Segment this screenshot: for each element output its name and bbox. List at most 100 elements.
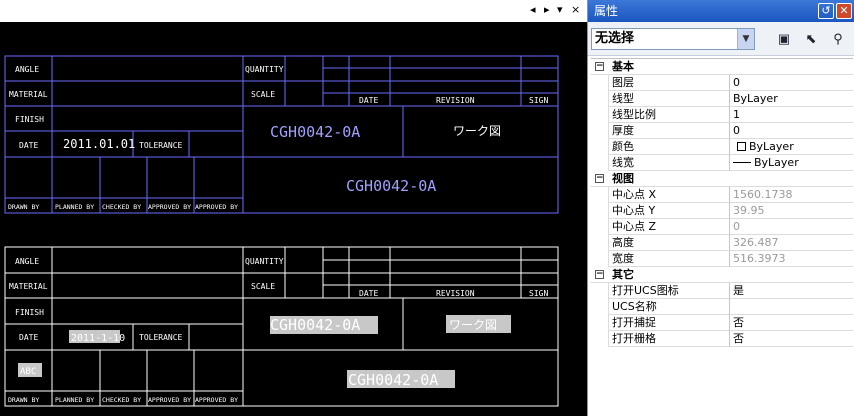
prop-value[interactable]: 0 bbox=[733, 123, 851, 139]
b2-angle-label: ANGLE bbox=[15, 257, 39, 266]
prop-label: 线型 bbox=[612, 91, 730, 107]
prop-value[interactable]: 1 bbox=[733, 107, 851, 123]
prop-value: 516.3973 bbox=[733, 252, 786, 265]
prop-value[interactable]: 是 bbox=[733, 283, 851, 299]
select-objects-icon[interactable]: ⬉ bbox=[802, 30, 820, 48]
prop-row-lineweight[interactable]: 线宽 ByLayer bbox=[591, 155, 853, 171]
category-label: 视图 bbox=[612, 172, 634, 185]
lineweight-icon bbox=[733, 162, 751, 163]
prop-row-center-x[interactable]: 中心点 X 1560.1738 bbox=[591, 187, 853, 203]
prop-label: 宽度 bbox=[612, 251, 730, 267]
property-grid: − 基本 图层 0 线型 ByLayer 线型比例 1 厚度 0 颜色 ByLayer 线… bbox=[591, 58, 853, 347]
b2-quantity-label: QUANTITY bbox=[245, 257, 284, 266]
category-basic[interactable]: − 基本 bbox=[591, 59, 853, 75]
prop-label: 中心点 Z bbox=[612, 219, 730, 235]
b1-finish-label: FINISH bbox=[15, 115, 44, 124]
b2-finish-label: FINISH bbox=[15, 308, 44, 317]
prop-row-linetype[interactable]: 线型 ByLayer bbox=[591, 91, 853, 107]
selection-dropdown[interactable]: 无选择 ▼ bbox=[591, 28, 755, 50]
prop-label: 线型比例 bbox=[612, 107, 730, 123]
b2-part-number-large: CGH0042-0A bbox=[348, 371, 438, 389]
prop-value: 0 bbox=[733, 220, 740, 233]
b2-sign-label: SIGN bbox=[529, 289, 548, 298]
b1-angle-label: ANGLE bbox=[15, 65, 39, 74]
category-label: 其它 bbox=[612, 268, 634, 281]
prop-row-color[interactable]: 颜色 ByLayer bbox=[591, 139, 853, 155]
collapse-icon[interactable]: − bbox=[595, 174, 604, 183]
prop-label: UCS名称 bbox=[612, 299, 730, 315]
prop-row-height[interactable]: 高度 326.487 bbox=[591, 235, 853, 251]
b1-kana-title: ワーク図 bbox=[453, 124, 501, 138]
filter-icon[interactable]: ⚲ bbox=[829, 30, 847, 48]
prop-value: 39.95 bbox=[733, 204, 765, 217]
b1-date-label: DATE bbox=[19, 141, 38, 150]
b2-approved-by-1: APPROVED BY bbox=[148, 396, 191, 404]
category-view[interactable]: − 视图 bbox=[591, 171, 853, 187]
selection-value: 无选择 bbox=[595, 31, 635, 46]
prop-label: 打开栅格 bbox=[612, 331, 730, 347]
drawing-canvas[interactable]: ◂ ▸ ▾ × ANGLE QUANTITY MATERIAL SCALE DA… bbox=[0, 0, 587, 416]
prop-row-grid[interactable]: 打开栅格否 bbox=[591, 331, 853, 347]
b2-tolerance-label: TOLERANCE bbox=[139, 333, 183, 342]
quick-select-icon[interactable]: ▣ bbox=[775, 30, 793, 48]
prop-value[interactable]: ByLayer bbox=[733, 155, 851, 171]
chevron-down-icon[interactable]: ▼ bbox=[737, 29, 754, 49]
b2-date-label: DATE bbox=[19, 333, 38, 342]
properties-panel: 属性 ↺ ✕ 无选择 ▼ ▣ ⬉ ⚲ − 基本 图层 0 线型 ByLayer 线型… bbox=[587, 0, 854, 416]
b1-drawn-by: DRAWN BY bbox=[8, 203, 39, 211]
prop-label: 打开UCS图标 bbox=[612, 283, 730, 299]
b1-quantity-label: QUANTITY bbox=[245, 65, 284, 74]
panel-title: 属性 bbox=[594, 4, 619, 18]
b2-scale-label: SCALE bbox=[251, 282, 275, 291]
prop-label: 打开捕捉 bbox=[612, 315, 730, 331]
prop-row-ucs-name[interactable]: UCS名称 bbox=[591, 299, 853, 315]
prop-row-thickness[interactable]: 厚度 0 bbox=[591, 123, 853, 139]
b2-planned-by: PLANNED BY bbox=[55, 396, 94, 404]
lineweight-value: ByLayer bbox=[754, 156, 799, 169]
collapse-icon[interactable]: − bbox=[595, 62, 604, 71]
prop-row-layer[interactable]: 图层 0 bbox=[591, 75, 853, 91]
b1-material-label: MATERIAL bbox=[9, 90, 48, 99]
category-label: 基本 bbox=[612, 60, 634, 73]
b1-date-col-label: DATE bbox=[359, 96, 378, 105]
b1-approved-by-1: APPROVED BY bbox=[148, 203, 191, 211]
prop-value[interactable]: ByLayer bbox=[733, 91, 851, 107]
prop-value[interactable]: 否 bbox=[733, 315, 851, 331]
category-misc[interactable]: − 其它 bbox=[591, 267, 853, 283]
b2-approved-by-2: APPROVED BY bbox=[195, 396, 238, 404]
prop-row-width[interactable]: 宽度 516.3973 bbox=[591, 251, 853, 267]
prop-value[interactable]: 否 bbox=[733, 331, 851, 347]
b1-checked-by: CHECKED BY bbox=[102, 203, 141, 211]
b1-approved-by-2: APPROVED BY bbox=[195, 203, 238, 211]
b2-drawn-by: DRAWN BY bbox=[8, 396, 39, 404]
prop-value[interactable]: 0 bbox=[733, 75, 851, 91]
b1-part-number-large: CGH0042-0A bbox=[346, 177, 436, 195]
prop-row-linetype-scale[interactable]: 线型比例 1 bbox=[591, 107, 853, 123]
prop-label: 高度 bbox=[612, 235, 730, 251]
prop-value[interactable]: ByLayer bbox=[733, 139, 851, 155]
drawing-svg: ANGLE QUANTITY MATERIAL SCALE DATE REVIS… bbox=[4, 55, 559, 407]
b2-material-label: MATERIAL bbox=[9, 282, 48, 291]
prop-label: 中心点 X bbox=[612, 187, 730, 203]
prop-label: 中心点 Y bbox=[612, 203, 730, 219]
prop-value: 326.487 bbox=[733, 236, 779, 249]
prop-label: 线宽 bbox=[612, 155, 730, 171]
prop-row-center-z[interactable]: 中心点 Z0 bbox=[591, 219, 853, 235]
prop-value: 1560.1738 bbox=[733, 188, 793, 201]
prop-label: 颜色 bbox=[612, 139, 730, 155]
collapse-icon[interactable]: − bbox=[595, 270, 604, 279]
b2-date-col-label: DATE bbox=[359, 289, 378, 298]
color-value: ByLayer bbox=[749, 140, 794, 153]
prop-value[interactable] bbox=[733, 299, 851, 315]
selection-row: 无选择 ▼ ▣ ⬉ ⚲ bbox=[588, 22, 854, 56]
prop-row-ucs-icon[interactable]: 打开UCS图标是 bbox=[591, 283, 853, 299]
prop-row-center-y[interactable]: 中心点 Y 39.95 bbox=[591, 203, 853, 219]
b1-planned-by: PLANNED BY bbox=[55, 203, 94, 211]
prop-label: 图层 bbox=[612, 75, 730, 91]
b2-part-number: CGH0042-0A bbox=[270, 316, 360, 334]
b1-sign-label: SIGN bbox=[529, 96, 548, 105]
panel-title-bar: 属性 ↺ ✕ bbox=[588, 0, 854, 22]
auto-hide-icon[interactable]: ↺ bbox=[818, 3, 834, 19]
close-panel-icon[interactable]: ✕ bbox=[836, 3, 852, 19]
prop-row-snap[interactable]: 打开捕捉否 bbox=[591, 315, 853, 331]
